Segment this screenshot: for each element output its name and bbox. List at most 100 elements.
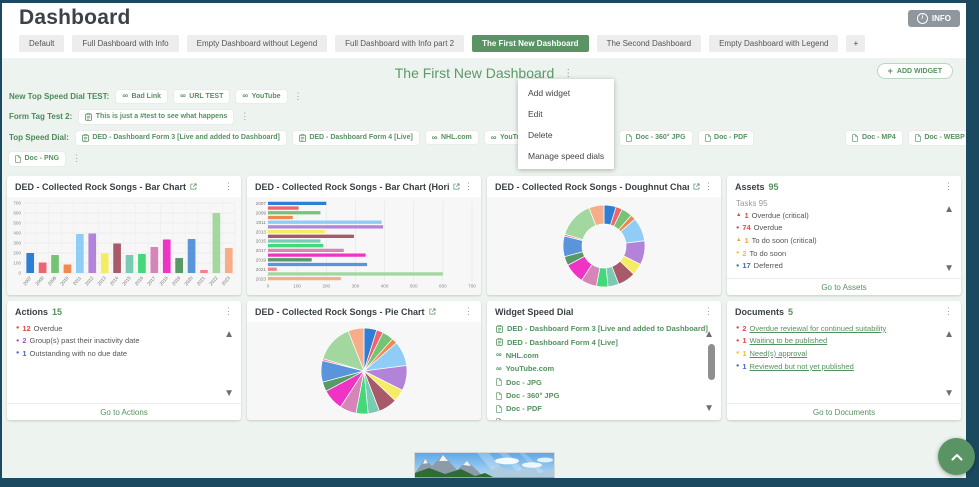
speed-dial-link-doc-pdf[interactable]: Doc - PDF bbox=[487, 402, 721, 415]
tab-the-first-new-dashboard[interactable]: The First New Dashboard bbox=[472, 35, 588, 52]
bar-2017 bbox=[268, 249, 344, 252]
widget-menu-button[interactable]: ⋮ bbox=[224, 306, 233, 317]
scroll-up-button[interactable]: ▲ bbox=[944, 205, 954, 215]
speed-dial-chip-doc-pdf[interactable]: Doc - PDF bbox=[699, 131, 754, 145]
tab-empty-dashboard-with-legend[interactable]: Empty Dashboard with Legend bbox=[709, 35, 838, 52]
open-in-new-icon[interactable] bbox=[453, 183, 460, 190]
status-text[interactable]: Need(s) approval bbox=[750, 349, 808, 358]
scroll-down-button[interactable]: ▼ bbox=[944, 264, 954, 274]
speed-dial-chip-doc-png[interactable]: Doc - PNG bbox=[9, 152, 65, 166]
scrollbar-thumb[interactable] bbox=[708, 344, 715, 380]
speed-dial-chip-youtube[interactable]: ∞YouTube bbox=[236, 90, 286, 103]
widget-card-body: 0100200300400500600700200720082009201020… bbox=[7, 197, 241, 295]
speed-dial-chip-nhl-com[interactable]: ∞NHL.com bbox=[426, 131, 478, 144]
tab-the-second-dashboard[interactable]: The Second Dashboard bbox=[597, 35, 702, 52]
link-icon: ∞ bbox=[180, 93, 186, 99]
widget-menu-button[interactable]: ⋮ bbox=[464, 181, 473, 192]
status-text[interactable]: Waiting to be published bbox=[750, 336, 828, 345]
tab-default[interactable]: Default bbox=[19, 35, 64, 52]
scroll-up-button[interactable]: ▲ bbox=[944, 330, 954, 340]
bar-2009 bbox=[268, 211, 320, 214]
row-menu-button[interactable]: ⋮ bbox=[240, 111, 249, 122]
widget-menu-button[interactable]: ⋮ bbox=[944, 306, 953, 317]
speed-dial-link-youtube-com[interactable]: ∞YouTube.com bbox=[487, 362, 721, 375]
widget-menu-button[interactable]: ⋮ bbox=[224, 181, 233, 192]
scroll-down-button[interactable]: ▼ bbox=[704, 404, 714, 414]
scroll-down-button[interactable]: ▼ bbox=[944, 389, 954, 399]
link-label: DED - Dashboard Form 3 [Live and added t… bbox=[507, 324, 708, 333]
menu-item-edit[interactable]: Edit bbox=[518, 103, 614, 124]
svg-text:2019: 2019 bbox=[256, 258, 267, 263]
scroll-up-button[interactable]: ▲ bbox=[224, 330, 234, 340]
bar-2008 bbox=[39, 263, 47, 274]
bar-2015 bbox=[268, 239, 320, 242]
pie-chart bbox=[247, 322, 481, 419]
status-text: Deferred bbox=[754, 261, 783, 270]
go-to-link[interactable]: Go to Documents bbox=[727, 403, 961, 420]
widget-subtitle: Tasks 95 bbox=[727, 197, 961, 209]
menu-item-manage-speed-dials[interactable]: Manage speed dials bbox=[518, 145, 614, 166]
dashboard-menu-button[interactable]: ⋮ bbox=[563, 68, 573, 79]
speed-dial-chip-doc-360-jpg[interactable]: Doc - 360° JPG bbox=[620, 131, 691, 145]
bar-2018 bbox=[163, 240, 171, 274]
speed-dial-link-ded-dashboard-form-4-live[interactable]: DED - Dashboard Form 4 [Live] bbox=[487, 335, 721, 348]
menu-item-delete[interactable]: Delete bbox=[518, 124, 614, 145]
widget-menu-button[interactable]: ⋮ bbox=[944, 181, 953, 192]
scroll-up-button[interactable]: ▲ bbox=[704, 330, 714, 340]
go-to-link[interactable]: Go to Actions bbox=[7, 403, 241, 420]
widget-card-body: 0100200300400500600700200720092011201320… bbox=[247, 197, 481, 295]
speed-dial-chip-doc-webp[interactable]: Doc - WEBP bbox=[909, 131, 966, 145]
tab-empty-dashboard-without-legend[interactable]: Empty Dashboard without Legend bbox=[187, 35, 328, 52]
status-text[interactable]: Overdue reviewal for continued suitabili… bbox=[750, 324, 887, 333]
widget-menu-button[interactable]: ⋮ bbox=[464, 306, 473, 317]
scroll-to-top-button[interactable] bbox=[938, 438, 975, 475]
status-count: 74 bbox=[742, 223, 750, 232]
go-to-link[interactable]: Go to Assets bbox=[727, 278, 961, 295]
open-in-new-icon[interactable] bbox=[429, 308, 436, 315]
speed-dial-chip-this-is-just-a-test-to-see-what-happens[interactable]: This is just a #test to see what happens bbox=[79, 110, 233, 124]
open-in-new-icon[interactable] bbox=[693, 183, 700, 190]
app-title: Dashboard bbox=[19, 6, 131, 30]
row-menu-button[interactable]: ⋮ bbox=[294, 91, 303, 102]
dashboard-app: Dashboard i INFO Default Full Dashboard w… bbox=[2, 3, 966, 478]
bar-2009 bbox=[51, 255, 59, 273]
speed-dial-link-doc-jpg[interactable]: Doc - JPG bbox=[487, 376, 721, 389]
speed-dial-chip-url-test[interactable]: ∞URL TEST bbox=[174, 90, 229, 103]
speed-dial-chip-doc-mp4[interactable]: Doc - MP4 bbox=[846, 131, 901, 145]
info-button[interactable]: i INFO bbox=[908, 10, 960, 27]
status-count: 2 bbox=[742, 249, 746, 258]
top-bar: Dashboard i INFO bbox=[2, 3, 966, 33]
widget-card-ded-collected-rock-songs-bar-chart: DED - Collected Rock Songs - Bar Chart⋮0… bbox=[7, 176, 241, 295]
link-label: Doc - JPG bbox=[506, 378, 542, 387]
add-tab-button[interactable]: + bbox=[846, 35, 865, 52]
speed-dial-chip-bad-link[interactable]: ∞Bad Link bbox=[116, 90, 167, 103]
doughnut-chart bbox=[487, 197, 721, 294]
scroll-down-button[interactable]: ▼ bbox=[224, 389, 234, 399]
widget-card-header: Documents5⋮ bbox=[727, 301, 961, 322]
bar-2023 bbox=[225, 248, 233, 273]
speed-dial-link-doc-360-jpg[interactable]: Doc - 360° JPG bbox=[487, 389, 721, 402]
speed-dial-link-nhl-com[interactable]: ∞NHL.com bbox=[487, 349, 721, 362]
status-count: 17 bbox=[742, 261, 750, 270]
status-dot-icon: ● bbox=[16, 338, 19, 344]
status-text[interactable]: Reviewed but not yet published bbox=[750, 362, 854, 371]
open-in-new-icon[interactable] bbox=[190, 183, 197, 190]
widget-menu-button[interactable]: ⋮ bbox=[704, 306, 713, 317]
add-widget-button[interactable]: + ADD WIDGET bbox=[877, 63, 953, 79]
widget-menu-button[interactable]: ⋮ bbox=[704, 181, 713, 192]
chip-label: DED - Dashboard Form 3 [Live and added t… bbox=[92, 134, 279, 141]
speed-dial-chip-ded-dashboard-form-4-live[interactable]: DED - Dashboard Form 4 [Live] bbox=[293, 131, 419, 145]
bar-2020 bbox=[268, 263, 367, 266]
speed-dial-link-doc-xlsx[interactable]: Doc - XLSX bbox=[487, 416, 721, 420]
speed-dial-link-ded-dashboard-form-3-live-and-added-to-dashboard[interactable]: DED - Dashboard Form 3 [Live and added t… bbox=[487, 322, 721, 335]
speed-dial-chip-ded-dashboard-form-3-live-and-added-to-dashboard[interactable]: DED - Dashboard Form 3 [Live and added t… bbox=[76, 131, 286, 145]
svg-text:2010: 2010 bbox=[59, 275, 70, 286]
tab-full-dashboard-with-info[interactable]: Full Dashboard with Info bbox=[72, 35, 178, 52]
add-widget-label: ADD WIDGET bbox=[897, 68, 942, 75]
bar-2010 bbox=[268, 216, 293, 219]
tab-full-dashboard-with-info-part-2[interactable]: Full Dashboard with Info part 2 bbox=[335, 35, 464, 52]
row-menu-button[interactable]: ⋮ bbox=[72, 153, 81, 164]
widget-card-header: DED - Collected Rock Songs - Bar Chart (… bbox=[247, 176, 481, 197]
menu-item-add-widget[interactable]: Add widget bbox=[518, 82, 614, 103]
bar-2011 bbox=[268, 221, 382, 224]
